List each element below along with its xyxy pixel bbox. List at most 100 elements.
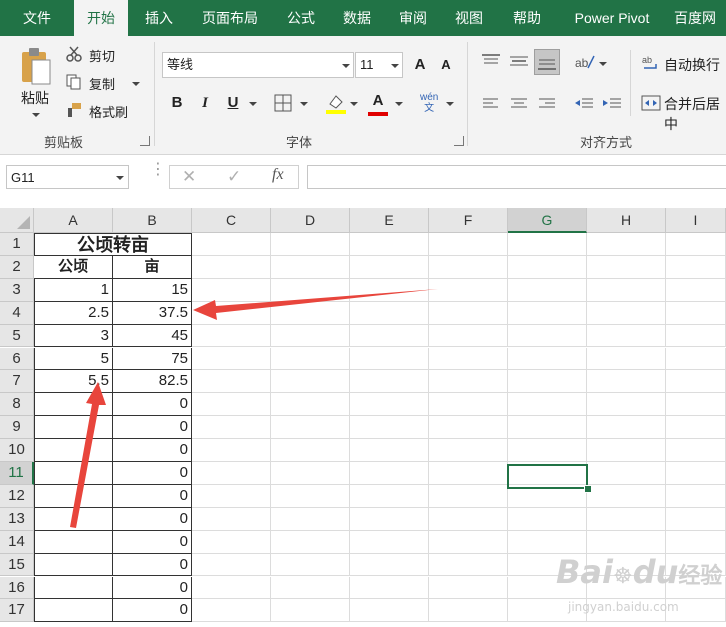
cell[interactable] (508, 507, 587, 531)
cell-b3[interactable]: 15 (113, 278, 192, 302)
cell[interactable] (508, 255, 587, 279)
cell[interactable] (429, 507, 508, 531)
phonetic-dropdown-icon[interactable] (446, 102, 454, 106)
cell-a9[interactable] (34, 416, 113, 440)
cell[interactable] (271, 507, 350, 531)
cell[interactable] (587, 233, 666, 256)
cell-a5[interactable]: 3 (34, 324, 113, 348)
cell-a4[interactable]: 2.5 (34, 301, 113, 325)
cell-a1-title[interactable]: 公顷转亩 (34, 233, 192, 256)
tab-home[interactable]: 开始 (74, 0, 128, 36)
cell-b5[interactable]: 45 (113, 324, 192, 348)
cell-b6[interactable]: 75 (113, 347, 192, 371)
cell-b13[interactable]: 0 (113, 507, 192, 531)
cell[interactable] (587, 393, 666, 417)
row-header-11[interactable]: 11 (0, 462, 34, 485)
row-header-16[interactable]: 16 (0, 576, 34, 600)
cell[interactable] (508, 233, 587, 256)
cell[interactable] (271, 553, 350, 577)
tab-help[interactable]: 帮助 (500, 0, 554, 36)
cell-a7[interactable]: 5.5 (34, 370, 113, 394)
tab-insert[interactable]: 插入 (134, 0, 184, 36)
formula-input[interactable] (307, 165, 726, 189)
row-header-8[interactable]: 8 (0, 393, 34, 417)
cell[interactable] (350, 255, 429, 279)
cell[interactable] (271, 255, 350, 279)
row-header-1[interactable]: 1 (0, 233, 34, 256)
cell[interactable] (508, 393, 587, 417)
cell[interactable] (192, 462, 271, 485)
column-header-d[interactable]: D (271, 208, 350, 233)
underline-dropdown-icon[interactable] (249, 102, 257, 106)
cell[interactable] (271, 462, 350, 485)
cell-a16[interactable] (34, 576, 113, 600)
grow-font-button[interactable]: A (409, 54, 431, 76)
cell[interactable] (350, 576, 429, 600)
align-left-icon[interactable] (482, 96, 500, 112)
cell[interactable] (666, 393, 726, 417)
cell-header-a2[interactable]: 公顷 (34, 255, 113, 279)
cell[interactable] (192, 324, 271, 348)
tab-power-pivot[interactable]: Power Pivot (562, 0, 662, 36)
cell[interactable] (587, 324, 666, 348)
cell[interactable] (271, 576, 350, 600)
cell[interactable] (271, 416, 350, 440)
column-header-f[interactable]: F (429, 208, 508, 233)
cell[interactable] (192, 439, 271, 462)
cell[interactable] (271, 278, 350, 302)
cell-b15[interactable]: 0 (113, 553, 192, 577)
name-box-dropdown-icon[interactable] (116, 176, 124, 180)
cell[interactable] (587, 507, 666, 531)
row-header-12[interactable]: 12 (0, 484, 34, 508)
cell[interactable] (429, 393, 508, 417)
cell[interactable] (666, 370, 726, 394)
cell[interactable] (350, 507, 429, 531)
cell[interactable] (666, 484, 726, 508)
cell[interactable] (271, 233, 350, 256)
cell[interactable] (350, 553, 429, 577)
cell[interactable] (429, 530, 508, 554)
tab-formulas[interactable]: 公式 (276, 0, 326, 36)
align-middle-icon[interactable] (508, 52, 530, 70)
cell-a12[interactable] (34, 484, 113, 508)
cell[interactable] (508, 439, 587, 462)
clipboard-launcher-icon[interactable] (140, 136, 150, 146)
cell[interactable] (350, 439, 429, 462)
font-size-caret-icon[interactable] (391, 64, 399, 68)
cell[interactable] (587, 370, 666, 394)
row-header-9[interactable]: 9 (0, 416, 34, 440)
cell-b14[interactable]: 0 (113, 530, 192, 554)
cell[interactable] (350, 393, 429, 417)
cell[interactable] (350, 484, 429, 508)
align-top-icon[interactable] (480, 52, 502, 70)
column-header-a[interactable]: A (34, 208, 113, 233)
cell[interactable] (350, 324, 429, 348)
cell-a15[interactable] (34, 553, 113, 577)
cell[interactable] (508, 278, 587, 302)
cell[interactable] (192, 370, 271, 394)
cell[interactable] (271, 324, 350, 348)
cell[interactable] (429, 301, 508, 325)
name-box[interactable]: G11 (6, 165, 129, 189)
column-header-g[interactable]: G (508, 208, 587, 233)
orientation-dropdown-icon[interactable] (599, 62, 607, 66)
shrink-font-button[interactable]: A (435, 54, 457, 76)
fill-color-icon[interactable] (325, 92, 347, 114)
fill-handle[interactable] (584, 485, 592, 493)
row-header-4[interactable]: 4 (0, 301, 34, 325)
font-name-caret-icon[interactable] (342, 64, 350, 68)
cell[interactable] (429, 233, 508, 256)
phonetic-button[interactable]: wén 文 (420, 92, 438, 114)
cell[interactable] (666, 530, 726, 554)
cell-a6[interactable]: 5 (34, 347, 113, 371)
cell[interactable] (508, 530, 587, 554)
font-color-button[interactable]: A (367, 90, 389, 112)
cell[interactable] (666, 301, 726, 325)
copy-button[interactable]: 复制 (89, 74, 115, 93)
cell[interactable] (192, 416, 271, 440)
tab-file[interactable]: 文件 (12, 0, 62, 36)
cell[interactable] (192, 530, 271, 554)
cell[interactable] (587, 530, 666, 554)
increase-indent-icon[interactable] (602, 96, 622, 112)
cell-b7[interactable]: 82.5 (113, 370, 192, 394)
